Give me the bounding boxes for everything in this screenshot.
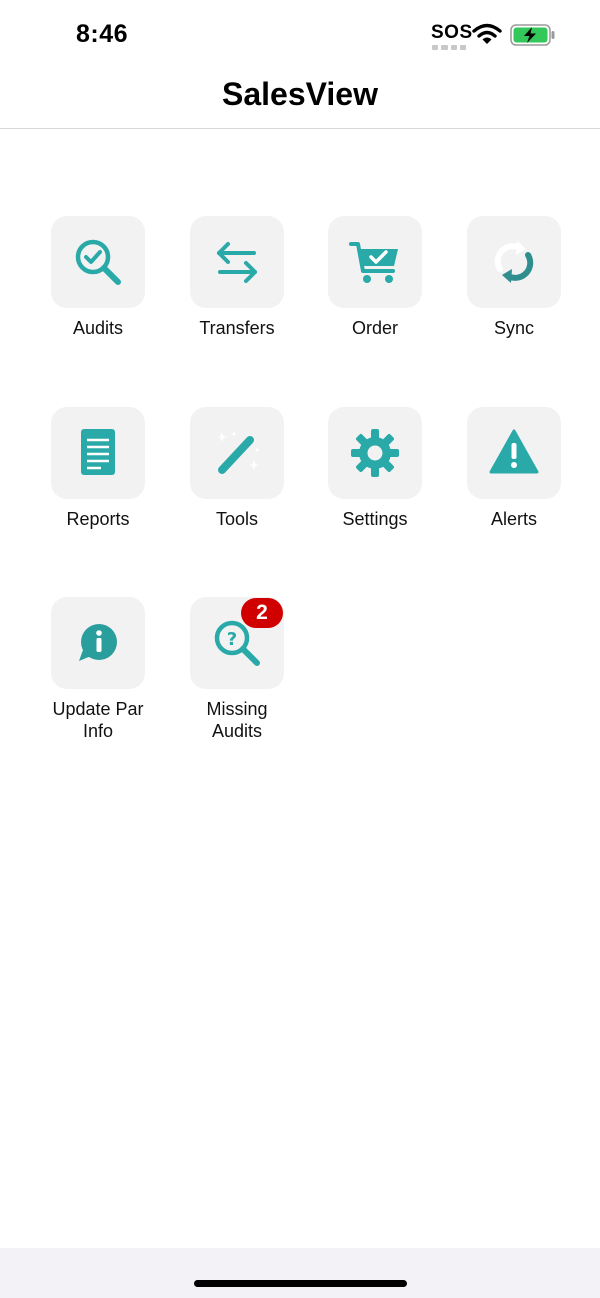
transfers-label: Transfers [199,318,275,338]
page-title: SalesView [222,76,378,112]
status-bar: 8:46 SOS [0,0,600,70]
tools-label: Tools [215,509,259,529]
gear-icon [351,429,399,477]
wifi-icon [472,23,502,44]
carrier-sos: SOS [431,22,473,43]
home-indicator[interactable] [194,1280,407,1287]
update-par-info-tile[interactable] [51,597,145,689]
warning-icon [489,429,539,474]
tools-tile[interactable] [190,407,284,499]
transfer-arrows-icon [217,242,257,283]
reports-label: Reports [66,509,130,529]
magnifier-check-icon [75,239,121,285]
alerts-label: Alerts [490,509,537,529]
settings-label: Settings [342,509,408,529]
battery-charging-icon [510,24,555,46]
transfers-tile[interactable] [190,216,284,308]
sync-label: Sync [493,318,535,338]
missing-audits-label: Missing Audits [206,699,268,741]
audits-label: Audits [72,318,124,338]
order-label: Order [351,318,398,338]
reports-tile[interactable] [51,407,145,499]
order-tile[interactable] [328,216,422,308]
sync-tile[interactable] [467,216,561,308]
signal-dots-icon [432,45,466,50]
missing-audits-count-badge: 2 [241,598,283,628]
nav-bar: SalesView [0,70,600,129]
update-par-info-label: Update Par Info [52,699,144,741]
document-icon [81,429,115,475]
sync-icon [494,241,534,283]
cart-check-icon [349,242,398,283]
home-area [0,1248,600,1298]
magic-wand-icon [217,432,259,474]
audits-tile[interactable] [51,216,145,308]
svg-text:?: ? [227,629,237,650]
info-bubble-icon [79,624,117,661]
alerts-tile[interactable] [467,407,561,499]
settings-tile[interactable] [328,407,422,499]
status-time: 8:46 [76,20,129,48]
